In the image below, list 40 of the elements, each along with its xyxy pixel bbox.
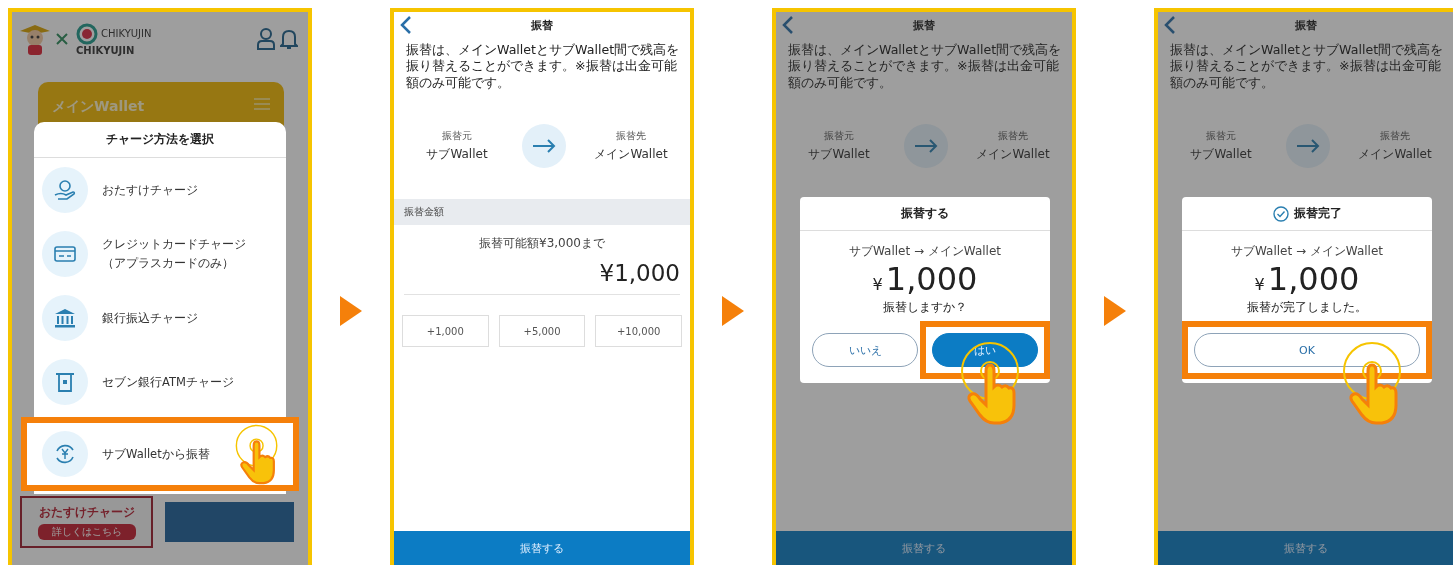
wallet-title: メインWallet bbox=[52, 98, 145, 116]
dialog-message: 振替しますか？ bbox=[882, 300, 968, 315]
description-text: 振替は、メインWalletとサブWallet間で残高を振り替えることができます。※振替は出金可能額のみ可能です。 bbox=[788, 42, 1062, 92]
route-text: サブWallet → メインWallet bbox=[1229, 243, 1385, 260]
dialog-title: 振替する bbox=[901, 205, 949, 222]
destination-wallet: メインWallet bbox=[1358, 146, 1432, 164]
dialog-message: 振替が完了しました。 bbox=[1246, 300, 1368, 315]
option-note: （アプラスカードのみ） bbox=[102, 254, 235, 272]
source-wallet: サブWallet bbox=[426, 146, 488, 164]
option-label: 銀行振込チャージ bbox=[102, 310, 198, 326]
brand-name: CHIKYUJIN bbox=[101, 28, 152, 39]
option-label: おたすけチャージ bbox=[102, 182, 198, 198]
source-label: 振替元 bbox=[1206, 129, 1236, 144]
screen-title: 振替 bbox=[1295, 17, 1317, 33]
section-header: 振替金額 bbox=[394, 199, 690, 226]
amount-text: 1,000 bbox=[1267, 260, 1360, 298]
screen-title: 振替 bbox=[913, 17, 935, 33]
dialog-title: 振替完了 bbox=[1293, 205, 1342, 222]
amount-text: 1,000 bbox=[885, 260, 978, 298]
option-label: サブWalletから振替 bbox=[102, 446, 210, 462]
description-text: 振替は、メインWalletとサブWallet間で残高を振り替えることができます。※振替は出金可能額のみ可能です。 bbox=[1170, 42, 1444, 92]
destination-label: 振替先 bbox=[1380, 129, 1410, 144]
destination-label: 振替先 bbox=[998, 129, 1028, 144]
source-label: 振替元 bbox=[824, 129, 854, 144]
destination-label: 振替先 bbox=[616, 129, 646, 144]
destination-wallet: メインWallet bbox=[976, 146, 1050, 164]
source-wallet: サブWallet bbox=[1190, 146, 1252, 164]
route-text: サブWallet → メインWallet bbox=[847, 243, 1003, 260]
option-label: クレジットカードチャージ bbox=[102, 236, 246, 252]
currency-symbol: ¥ bbox=[1254, 275, 1265, 294]
currency-symbol: ¥ bbox=[872, 275, 883, 294]
available-amount-text: 振替可能額¥3,000まで bbox=[478, 235, 606, 253]
brand-subtext: CHIKYUJIN bbox=[76, 44, 136, 56]
source-label: 振替元 bbox=[442, 129, 472, 144]
source-wallet: サブWallet bbox=[808, 146, 870, 164]
destination-wallet: メインWallet bbox=[594, 146, 668, 164]
screen-title: 振替 bbox=[531, 17, 553, 33]
option-label: セブン銀行ATMチャージ bbox=[102, 374, 234, 390]
banner-title: おたすけチャージ bbox=[38, 504, 135, 521]
description-text: 振替は、メインWalletとサブWallet間で残高を振り替えることができます。※振替は出金可能額のみ可能です。 bbox=[406, 42, 680, 92]
